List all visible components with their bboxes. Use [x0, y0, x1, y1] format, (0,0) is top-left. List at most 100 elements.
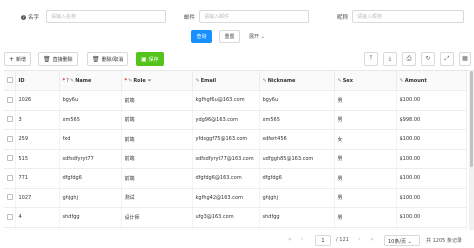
- select-all-cell[interactable]: [4, 71, 16, 91]
- cell-name[interactable]: ghjghj: [59, 188, 122, 208]
- cell-name[interactable]: shdfgg: [59, 207, 122, 228]
- help-icon[interactable]: ?: [21, 15, 26, 20]
- row-checkbox[interactable]: [7, 96, 13, 103]
- table-row[interactable]: 515 sdfsdfyryt77 前端 sdfsdfyryt77@163.com udf…: [4, 149, 467, 169]
- row-checkbox[interactable]: [7, 155, 13, 162]
- row-select-cell[interactable]: [4, 110, 16, 130]
- row-select-cell[interactable]: [4, 129, 16, 150]
- row-select-cell[interactable]: [4, 188, 16, 208]
- cell-email[interactable]: ydg96@163.com: [192, 110, 260, 130]
- cell-amount[interactable]: $100.00: [396, 168, 467, 189]
- cell-sex[interactable]: 男: [334, 149, 397, 169]
- header-sex[interactable]: ✎Sex: [334, 71, 397, 91]
- table-row[interactable]: 259 fxd 前端 yfdsggf75@163.com sdfert456 女 $100.…: [4, 129, 467, 150]
- cell-id[interactable]: 260: [15, 227, 60, 230]
- cell-role[interactable]: 设计师: [121, 207, 193, 228]
- reset-button[interactable]: 重置: [219, 30, 240, 43]
- cell-email[interactable]: ufg3@163.com: [192, 207, 260, 228]
- cell-email[interactable]: dfgfdg6@163.com: [192, 168, 260, 189]
- row-checkbox[interactable]: [7, 174, 13, 181]
- cell-id[interactable]: 3: [15, 110, 60, 130]
- first-page-icon[interactable]: «: [288, 236, 292, 243]
- cell-name[interactable]: sdfsdfsdf: [59, 227, 122, 230]
- row-checkbox[interactable]: [7, 135, 13, 142]
- cell-name[interactable]: dfgfdg6: [59, 168, 122, 189]
- email-input[interactable]: [199, 10, 309, 23]
- next-page-icon[interactable]: ›: [358, 236, 360, 243]
- header-nickname[interactable]: ✎Nickname: [259, 71, 335, 91]
- cell-sex[interactable]: 男: [334, 90, 397, 111]
- query-button[interactable]: 查询: [191, 30, 212, 43]
- cell-email[interactable]: sdfsdf@163.com: [192, 227, 260, 230]
- cell-email[interactable]: kgfhg42@163.com: [192, 188, 260, 208]
- table-scrollbar[interactable]: [469, 70, 474, 230]
- cell-role[interactable]: 测试: [121, 188, 193, 208]
- row-select-cell[interactable]: [4, 149, 16, 169]
- table-row[interactable]: 771 dfgfdg6 前端 dfgfdg6@163.com dfgfdg6 男 $100.…: [4, 168, 467, 189]
- table-row[interactable]: 4 shdfgg 设计师 ufg3@163.com shdfgg 男 $100.00: [4, 207, 467, 228]
- save-button[interactable]: ▣ 保存: [136, 52, 164, 66]
- cell-amount[interactable]: $100.00: [396, 90, 467, 111]
- cell-amount[interactable]: $100.00: [396, 149, 467, 169]
- last-page-icon[interactable]: »: [370, 236, 374, 243]
- cell-name[interactable]: bgy6u: [59, 90, 122, 111]
- cell-nickname[interactable]: xm565: [259, 110, 335, 130]
- refresh-icon[interactable]: ↻: [421, 52, 435, 66]
- cell-id[interactable]: 1026: [15, 90, 60, 111]
- cell-nickname[interactable]: ghjghj: [259, 188, 335, 208]
- cell-amount[interactable]: $100.00: [396, 227, 467, 230]
- row-select-cell[interactable]: [4, 227, 16, 230]
- cell-nickname[interactable]: udfggh85@163.com: [259, 149, 335, 169]
- delete-button[interactable]: 🗑 直接删除: [38, 52, 78, 66]
- cell-id[interactable]: 259: [15, 129, 60, 150]
- cell-amount[interactable]: $100.00: [396, 207, 467, 228]
- row-select-cell[interactable]: [4, 168, 16, 189]
- expand-toggle[interactable]: 展开 ⌄: [249, 33, 265, 40]
- column-settings-icon[interactable]: ▦: [459, 52, 471, 66]
- cell-role[interactable]: 前端: [121, 129, 193, 150]
- cell-role[interactable]: 前端: [121, 90, 193, 111]
- cell-role[interactable]: 前端: [121, 110, 193, 130]
- table-row[interactable]: 3 xm565 前端 ydg96@163.com xm565 男 $998.00: [4, 110, 467, 130]
- cell-amount[interactable]: $100.00: [396, 188, 467, 208]
- cell-name[interactable]: xm565: [59, 110, 122, 130]
- name-input[interactable]: [46, 10, 166, 23]
- select-all-checkbox[interactable]: [7, 77, 13, 83]
- cell-nickname[interactable]: bgy6u: [259, 90, 335, 111]
- cell-sex[interactable]: 男: [334, 110, 397, 130]
- cell-id[interactable]: 771: [15, 168, 60, 189]
- cell-email[interactable]: yfdsggf75@163.com: [192, 129, 260, 150]
- cell-role[interactable]: 前端: [121, 227, 193, 230]
- page-input[interactable]: [315, 235, 331, 246]
- page-size-select[interactable]: 10条/页 ⌄: [384, 235, 420, 246]
- cell-nickname[interactable]: sdfert456: [259, 129, 335, 150]
- add-button[interactable]: + 新增: [4, 52, 32, 66]
- row-checkbox[interactable]: [7, 194, 13, 201]
- cell-nickname[interactable]: sdfsdfsdf: [259, 227, 335, 230]
- cell-id[interactable]: 1027: [15, 188, 60, 208]
- nickname-input[interactable]: [352, 10, 464, 23]
- cell-sex[interactable]: 男: [334, 207, 397, 228]
- import-icon[interactable]: ⤒: [364, 52, 378, 66]
- prev-page-icon[interactable]: ‹: [301, 236, 303, 243]
- cell-sex[interactable]: 男: [334, 188, 397, 208]
- cell-sex[interactable]: 男: [334, 227, 397, 230]
- cell-amount[interactable]: $100.00: [396, 129, 467, 150]
- cell-id[interactable]: 4: [15, 207, 60, 228]
- filter-icon[interactable]: ⏷: [147, 78, 151, 84]
- cell-role[interactable]: 前端: [121, 149, 193, 169]
- cell-role[interactable]: 前端: [121, 168, 193, 189]
- row-select-cell[interactable]: [4, 90, 16, 111]
- header-name[interactable]: *?✎Name: [59, 71, 122, 91]
- cell-sex[interactable]: 女: [334, 129, 397, 150]
- cell-id[interactable]: 515: [15, 149, 60, 169]
- cell-name[interactable]: fxd: [59, 129, 122, 150]
- row-checkbox[interactable]: [7, 116, 13, 123]
- cell-nickname[interactable]: dfgfdg6: [259, 168, 335, 189]
- header-id[interactable]: ID: [15, 71, 60, 91]
- header-email[interactable]: ✎Email: [192, 71, 260, 91]
- export-icon[interactable]: ⤓: [383, 52, 397, 66]
- cell-email[interactable]: kgfhgf6u@163.com: [192, 90, 260, 111]
- table-row[interactable]: 1026 bgy6u 前端 kgfhgf6u@163.com bgy6u 男 $100.00: [4, 90, 467, 111]
- row-select-cell[interactable]: [4, 207, 16, 228]
